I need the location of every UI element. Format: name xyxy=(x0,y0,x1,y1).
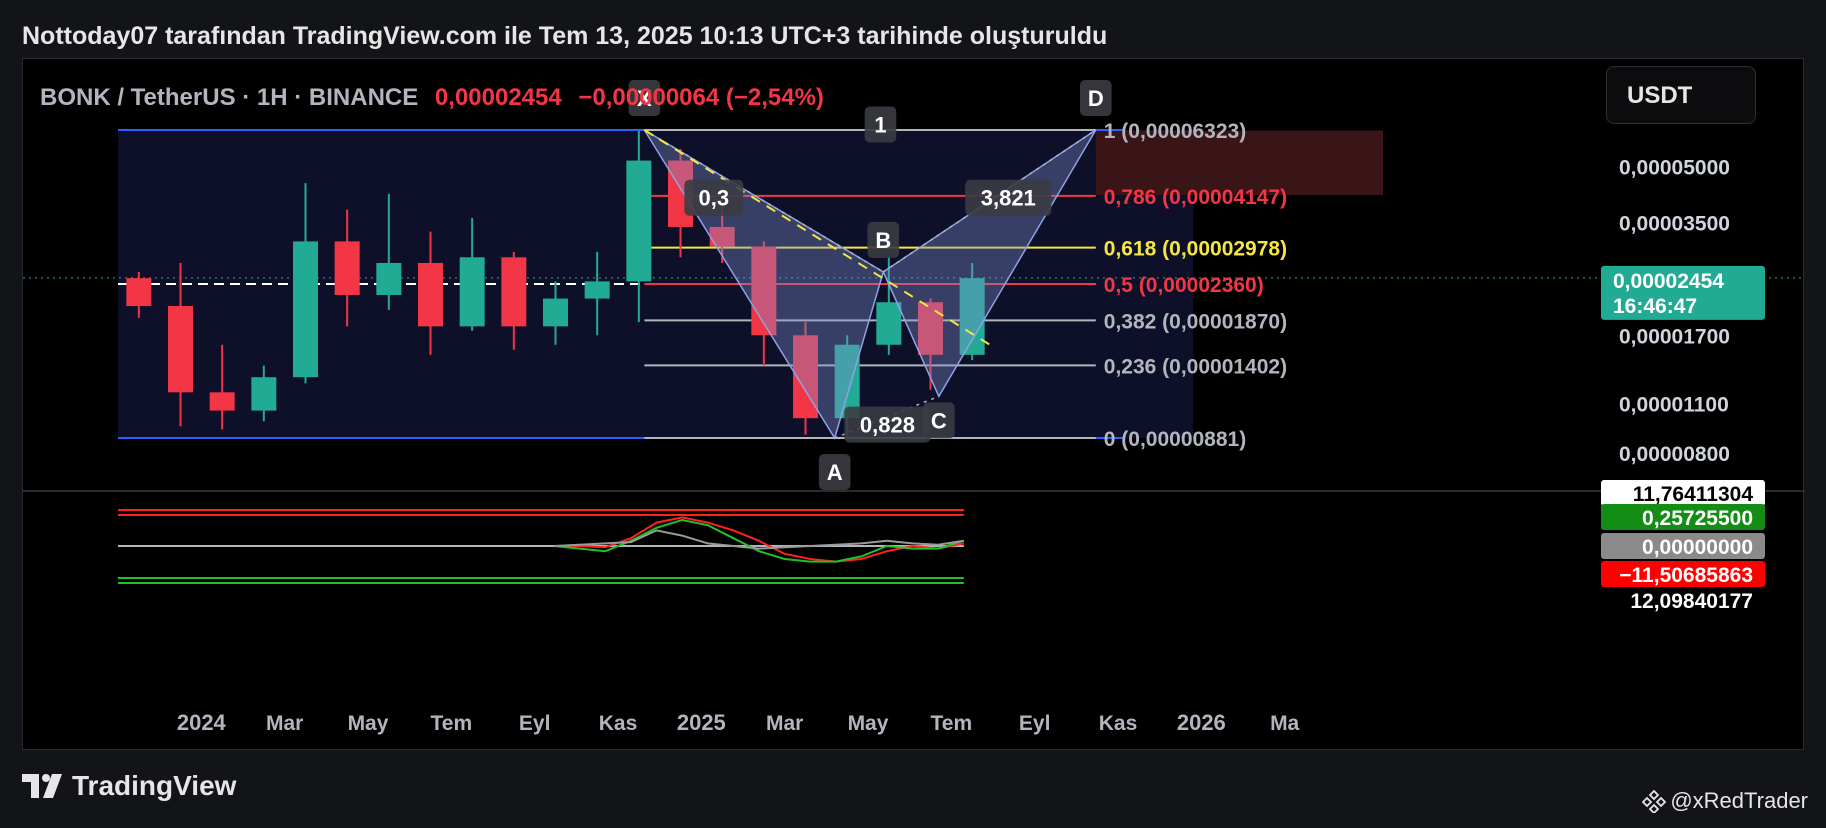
osc-label-3: −11,50685863 xyxy=(1619,564,1753,587)
ratio-label-2: 3,821 xyxy=(981,186,1036,211)
y-tick-0: 0,00005000 xyxy=(1619,157,1730,180)
last-price-countdown: 16:46:47 xyxy=(1613,295,1697,318)
ratio-label-1: 1 xyxy=(874,112,886,137)
fib-label-0: 1 (0,00006323) xyxy=(1104,120,1246,143)
candle-body xyxy=(543,298,568,327)
tradingview-logo-text: TradingView xyxy=(72,770,237,801)
x-tick-9: Tem xyxy=(931,712,973,735)
candle-body xyxy=(126,278,152,307)
x-tick-7: Mar xyxy=(766,712,803,735)
x-tick-10: Eyl xyxy=(1019,712,1051,735)
credit-text: @xRedTrader xyxy=(1670,788,1808,813)
binance-icon xyxy=(1642,789,1667,813)
fib-label-6: 0 (0,00000881) xyxy=(1104,428,1246,451)
candle-body xyxy=(376,262,402,295)
tradingview-logo-icon xyxy=(22,774,62,798)
x-tick-13: Ma xyxy=(1270,712,1299,735)
tradingview-logo[interactable]: TradingView xyxy=(22,770,236,802)
pattern-point-d: D xyxy=(1088,86,1104,111)
candle-body xyxy=(418,262,443,327)
symbol-name: BONK / TetherUS · 1H · BINANCE xyxy=(40,84,419,111)
osc-label-4: 12,09840177 xyxy=(1630,590,1753,613)
candle-body xyxy=(501,257,527,327)
osc-label-1: 0,25725500 xyxy=(1642,507,1753,530)
candle-body xyxy=(459,257,485,327)
symbol-price: 0,00002454 xyxy=(434,84,562,111)
y-tick-4: 0,00000800 xyxy=(1619,443,1730,466)
pattern-point-a: A xyxy=(827,460,843,485)
pattern-point-c: C xyxy=(931,408,947,433)
candle-body xyxy=(251,377,277,411)
osc-series-red xyxy=(554,516,964,563)
ratio-label-3: 0,828 xyxy=(860,412,915,437)
page-title: Nottoday07 tarafından TradingView.com il… xyxy=(22,22,1108,50)
symbol-change: −0,00000064 (−2,54%) xyxy=(578,84,824,111)
x-tick-3: Tem xyxy=(431,712,473,735)
ratio-label-0: 0,3 xyxy=(699,186,730,211)
y-tick-2: 0,00001700 xyxy=(1619,325,1730,348)
candle-body xyxy=(168,306,193,393)
candle-body xyxy=(209,392,235,411)
x-tick-6: 2025 xyxy=(677,710,726,735)
x-tick-5: Kas xyxy=(599,712,638,735)
candle-body xyxy=(334,241,360,295)
fib-label-2: 0,618 (0,00002978) xyxy=(1104,238,1287,261)
pattern-point-b: B xyxy=(875,228,891,253)
x-tick-11: Kas xyxy=(1099,712,1138,735)
chart-frame[interactable]: 1 (0,00006323) 0,786 (0,00004147) 0,618 (0… xyxy=(22,58,1805,751)
x-tick-0: 2024 xyxy=(177,710,227,735)
candle-body xyxy=(293,241,318,378)
credit: @xRedTrader xyxy=(1642,788,1808,814)
x-tick-8: May xyxy=(848,712,889,735)
y-tick-3: 0,00001100 xyxy=(1619,393,1729,416)
symbol-info: BONK / TetherUS · 1H · BINANCE 0,0000245… xyxy=(40,84,824,112)
candle-body xyxy=(626,160,652,282)
candle-body xyxy=(876,302,902,345)
osc-label-0: 11,76411304 xyxy=(1633,483,1754,506)
fib-label-5: 0,236 (0,00001402) xyxy=(1104,355,1287,378)
x-tick-12: 2026 xyxy=(1177,710,1226,735)
osc-label-2: 0,00000000 xyxy=(1642,536,1753,559)
last-price-value: 0,00002454 xyxy=(1613,270,1724,293)
y-tick-1: 0,00003500 xyxy=(1619,212,1730,235)
x-tick-1: Mar xyxy=(266,712,303,735)
chart-canvas[interactable]: 1 (0,00006323) 0,786 (0,00004147) 0,618 (0… xyxy=(23,59,1805,751)
fib-label-1: 0,786 (0,00004147) xyxy=(1104,186,1287,209)
x-tick-2: May xyxy=(348,712,389,735)
currency-button[interactable]: USDT xyxy=(1606,66,1756,124)
fib-label-3: 0,5 (0,00002360) xyxy=(1104,274,1264,297)
candle-body xyxy=(584,281,610,299)
x-tick-4: Eyl xyxy=(519,712,551,735)
fib-label-4: 0,382 (0,00001870) xyxy=(1104,310,1287,333)
